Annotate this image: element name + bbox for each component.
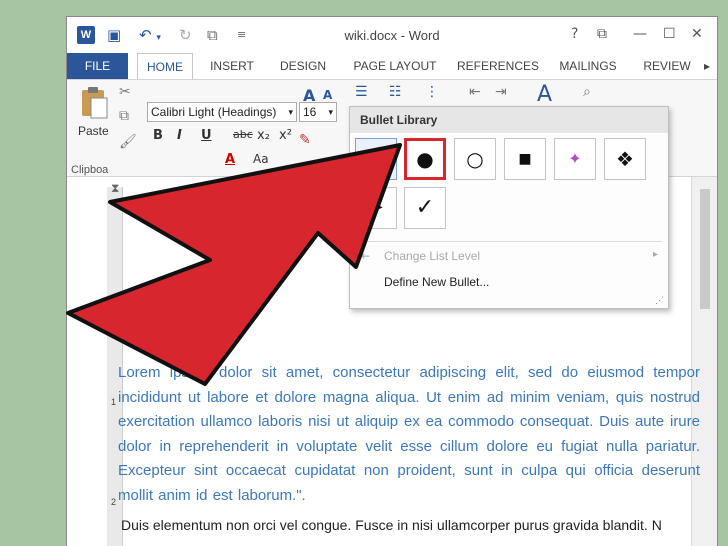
help-icon[interactable]: ? bbox=[571, 26, 578, 42]
tab-mailings[interactable]: MAILINGS bbox=[553, 53, 623, 79]
resize-grip-icon[interactable]: ⋰ bbox=[655, 295, 664, 306]
dropdown-separator bbox=[356, 241, 662, 242]
chevron-down-icon: ▾ bbox=[328, 107, 333, 117]
bullet-library-header: Bullet Library bbox=[350, 107, 668, 133]
format-painter-icon[interactable]: 🖌 bbox=[119, 134, 137, 150]
bullet-filled-square-option[interactable]: ■ bbox=[504, 138, 546, 180]
title-bar: W ▣ ↶ ▾ ↻ ⧉ ≡ wiki.docx - Word ? ⧉ — ☐ ✕ bbox=[67, 17, 717, 53]
subscript-button[interactable]: x₂ bbox=[257, 128, 270, 143]
heading-bullet-icon: ● bbox=[118, 307, 127, 323]
ruler-number: 1 bbox=[111, 397, 117, 407]
tab-references[interactable]: REFERENCES bbox=[455, 53, 541, 79]
paste-icon[interactable] bbox=[79, 86, 109, 120]
shrink-font-button[interactable]: A bbox=[323, 88, 332, 102]
strikethrough-button[interactable]: abc bbox=[233, 128, 253, 141]
bullet-none-option[interactable] bbox=[355, 138, 397, 180]
clipboard-group-label: Clipboa bbox=[71, 164, 109, 176]
bullets-icon[interactable]: ☰ bbox=[355, 84, 368, 100]
italic-button[interactable]: I bbox=[177, 128, 182, 143]
change-list-level-icon: ⇤ bbox=[360, 249, 371, 263]
numbering-icon[interactable]: ☷ bbox=[389, 84, 402, 100]
ribbon-display-icon[interactable]: ⧉ bbox=[597, 26, 607, 42]
bullet-library-dropdown: Bullet Library ● ○ ■ ✦ ❖ ➤ ✓ ⇤ Change Li… bbox=[349, 106, 669, 309]
close-icon[interactable]: ✕ bbox=[691, 26, 703, 42]
font-size-select[interactable]: 16 ▾ bbox=[299, 102, 337, 122]
tab-home[interactable]: HOME bbox=[137, 53, 193, 80]
clear-formatting-icon[interactable]: ✎ bbox=[299, 132, 311, 148]
styles-icon[interactable]: A bbox=[537, 82, 552, 107]
bullet-arrowhead-option[interactable]: ➤ bbox=[355, 187, 397, 229]
bullet-checkmark-option[interactable]: ✓ bbox=[404, 187, 446, 229]
tab-file[interactable]: FILE bbox=[67, 53, 128, 79]
tab-insert[interactable]: INSERT bbox=[203, 53, 261, 79]
hanging-indent-marker-icon[interactable]: ⧗ bbox=[111, 181, 119, 196]
change-case-button[interactable]: Aa bbox=[253, 152, 269, 166]
grow-font-button[interactable]: A bbox=[303, 86, 315, 105]
cut-icon[interactable]: ✂ bbox=[119, 84, 131, 100]
multilevel-list-icon[interactable]: ⋮ bbox=[425, 84, 439, 100]
chevron-down-icon: ▾ bbox=[288, 107, 293, 117]
font-size-value: 16 bbox=[303, 105, 317, 119]
underline-button[interactable]: U bbox=[201, 128, 212, 143]
define-new-bullet-item[interactable]: Define New Bullet... bbox=[384, 275, 489, 289]
document-heading[interactable]: WO LD bbox=[139, 305, 201, 326]
minimize-icon[interactable]: — bbox=[633, 26, 647, 42]
decrease-indent-icon[interactable]: ⇤ bbox=[469, 84, 481, 100]
bullet-four-diamonds-option[interactable]: ❖ bbox=[604, 138, 646, 180]
bold-button[interactable]: B bbox=[153, 128, 163, 143]
tab-review[interactable]: REVIEW bbox=[637, 53, 697, 79]
tab-page-layout[interactable]: PAGE LAYOUT bbox=[345, 53, 445, 79]
paste-button[interactable]: Paste bbox=[78, 124, 109, 138]
maximize-icon[interactable]: ☐ bbox=[663, 26, 676, 42]
bullet-colored-diamonds-option[interactable]: ✦ bbox=[554, 138, 596, 180]
bullet-hollow-circle-option[interactable]: ○ bbox=[454, 138, 496, 180]
scrollbar-thumb[interactable] bbox=[700, 189, 710, 309]
ruler-number: 2 bbox=[111, 497, 117, 507]
bullet-filled-circle-option[interactable]: ● bbox=[404, 138, 446, 180]
font-color-button[interactable]: A bbox=[225, 152, 235, 167]
document-paragraph[interactable]: Lorem ipsum dolor sit amet, consectetur … bbox=[118, 361, 700, 508]
document-paragraph-2[interactable]: Duis elementum non orci vel congue. Fusc… bbox=[121, 517, 717, 533]
chevron-right-icon: ▸ bbox=[652, 249, 658, 260]
find-icon[interactable]: ⌕ bbox=[583, 84, 591, 100]
copy-icon[interactable]: ⧉ bbox=[119, 108, 129, 124]
increase-indent-icon[interactable]: ⇥ bbox=[495, 84, 507, 100]
font-name-value: Calibri Light (Headings) bbox=[151, 105, 277, 119]
window-title: wiki.docx - Word bbox=[344, 28, 440, 43]
font-name-select[interactable]: Calibri Light (Headings) ▾ bbox=[147, 102, 297, 122]
change-list-level-item: Change List Level bbox=[384, 249, 481, 263]
ribbon-tabs: FILE HOME INSERT DESIGN PAGE LAYOUT REFE… bbox=[67, 53, 717, 80]
superscript-button[interactable]: x² bbox=[279, 128, 292, 143]
tab-design[interactable]: DESIGN bbox=[273, 53, 333, 79]
tabs-scroll-right-icon[interactable]: ▸ bbox=[697, 53, 717, 79]
